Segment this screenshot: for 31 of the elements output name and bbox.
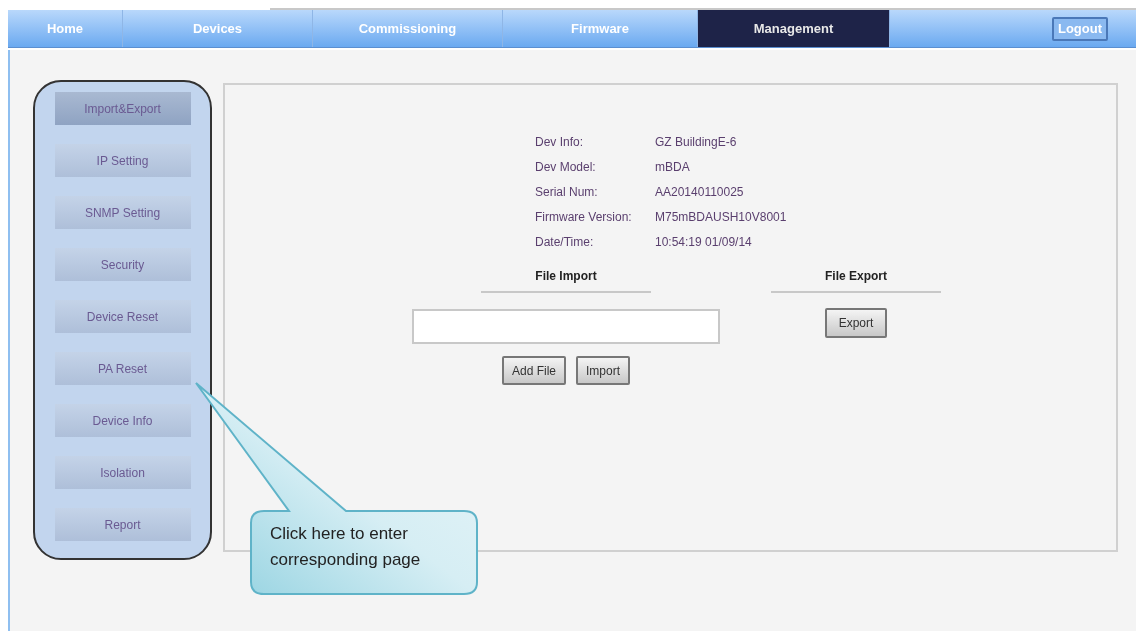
info-value: M75mBDAUSH10V8001 — [655, 209, 788, 226]
sidebar-item[interactable]: Import&Export — [54, 92, 191, 125]
info-label: Dev Model: — [535, 159, 597, 176]
section-heading: File Import — [535, 268, 597, 285]
section-heading: File Export — [825, 268, 887, 285]
sidebar-item[interactable]: Isolation — [54, 456, 191, 489]
sidebar-item[interactable]: Security — [54, 248, 191, 281]
nav-tab[interactable]: Management — [698, 10, 890, 47]
sidebar-item[interactable]: PA Reset — [54, 352, 191, 385]
sidebar-item[interactable]: SNMP Setting — [54, 196, 191, 229]
logout-button[interactable]: Logout — [1051, 16, 1108, 41]
sidebar-item[interactable]: IP Setting — [54, 144, 191, 177]
callout-text: Click here to enter corresponding page — [270, 523, 422, 571]
info-label: Date/Time: — [535, 234, 595, 251]
nav-tab[interactable]: Commissioning — [313, 10, 503, 47]
nav-tab[interactable]: Home — [8, 10, 123, 47]
info-value: GZ BuildingE-6 — [655, 134, 738, 151]
info-label: Serial Num: — [535, 184, 599, 201]
sidebar-item[interactable]: Device Info — [54, 404, 191, 437]
sidebar-item[interactable]: Report — [54, 508, 191, 541]
info-label: Firmware Version: — [535, 209, 633, 226]
info-value: 10:54:19 01/09/14 — [655, 234, 753, 251]
info-label: Dev Info: — [535, 134, 585, 151]
action-button[interactable]: Add File — [501, 356, 566, 385]
info-value: AA20140110025 — [655, 184, 745, 201]
file-path-field[interactable] — [412, 309, 720, 344]
info-value: mBDA — [655, 159, 691, 176]
action-button[interactable]: Import — [576, 356, 630, 385]
nav-tab[interactable]: Devices — [123, 10, 313, 47]
export-button[interactable]: Export — [824, 308, 888, 338]
sidebar-item[interactable]: Device Reset — [54, 300, 191, 333]
